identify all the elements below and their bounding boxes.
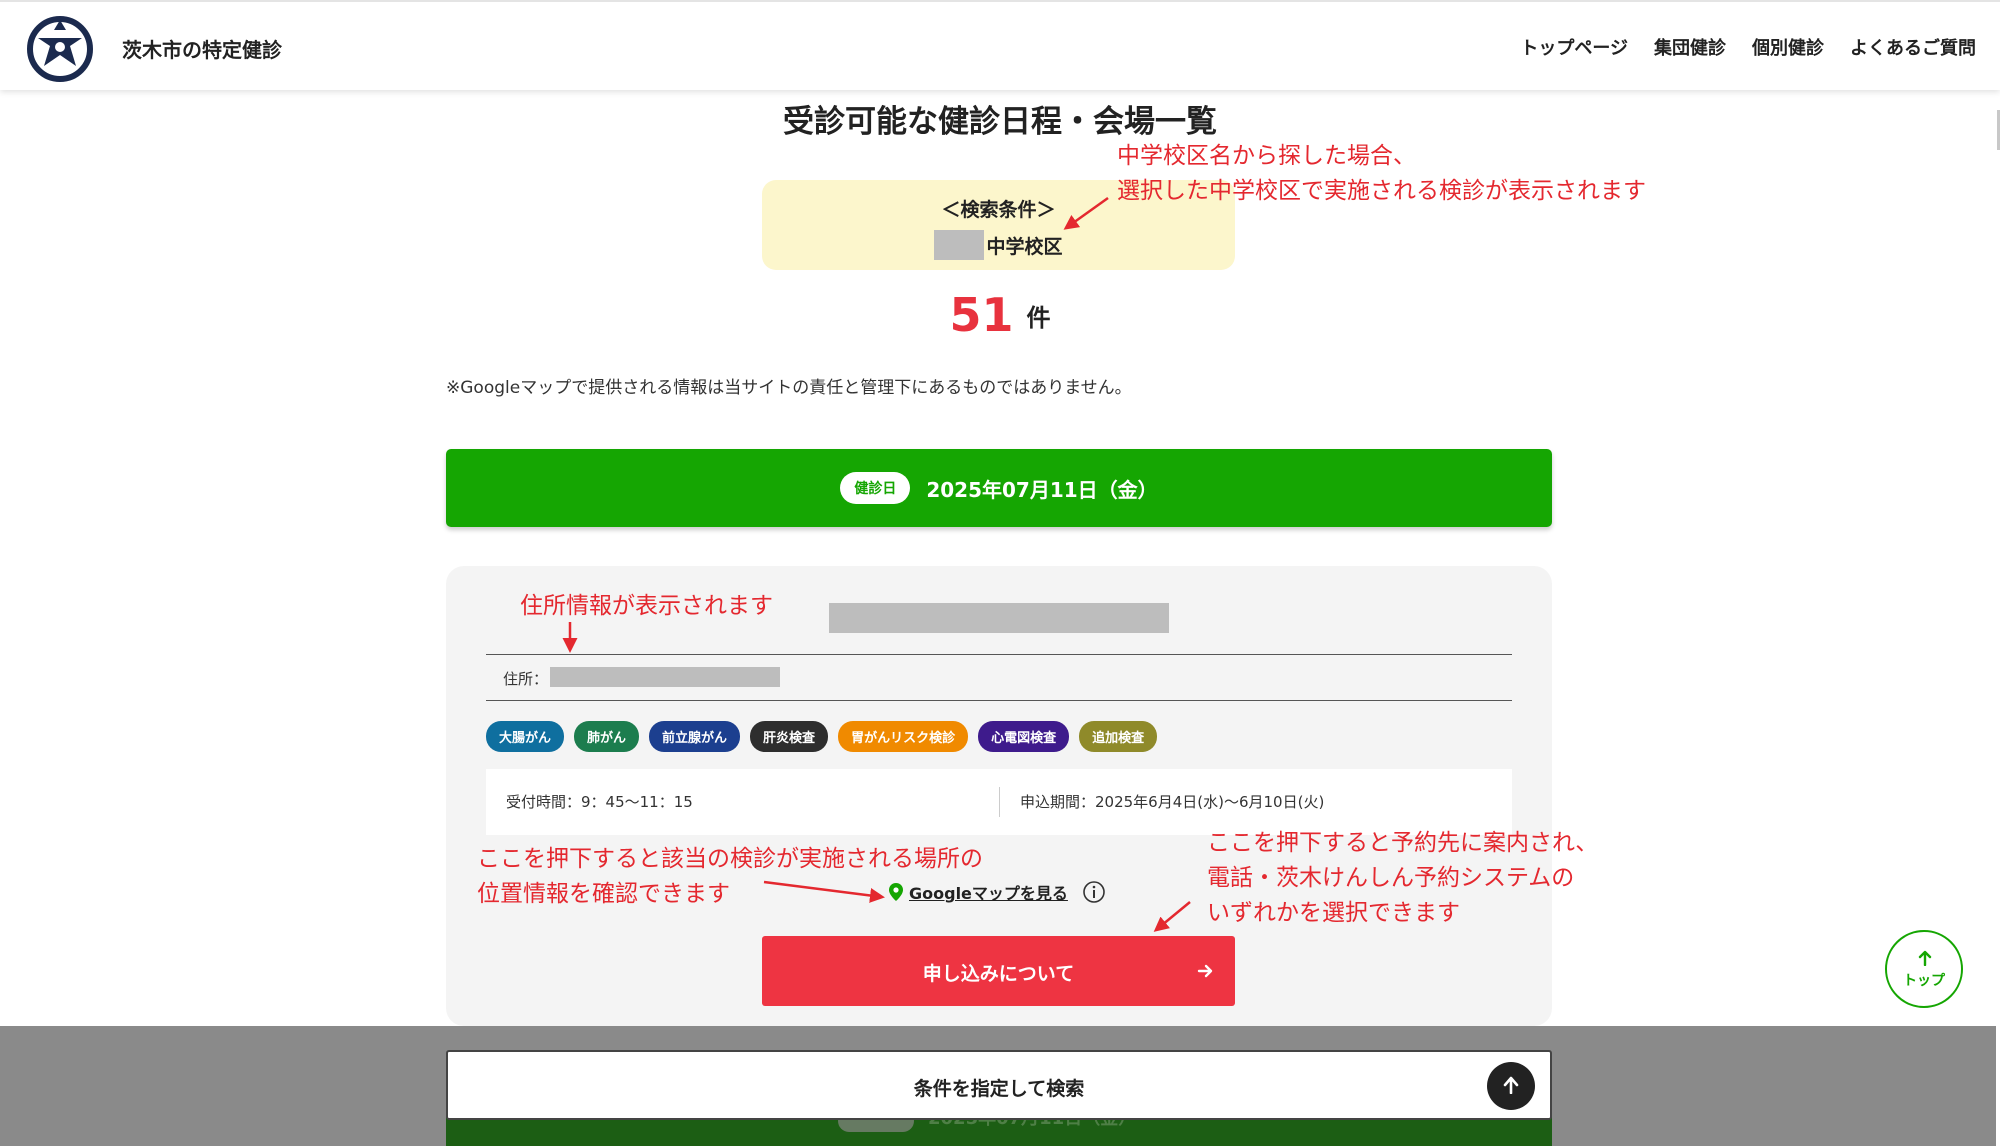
annotation-line: 住所情報が表示されます xyxy=(520,593,773,619)
result-count-number: 51 xyxy=(949,288,1014,342)
page-title: 受診可能な健診日程・会場一覧 xyxy=(0,96,2000,141)
redacted-school-name xyxy=(934,230,985,260)
exam-tags: 大腸がん 肺がん 前立腺がん 肝炎検査 胃がんリスク検診 心電図検査 追加検査 xyxy=(486,721,1158,752)
redacted-address xyxy=(550,667,780,687)
page-title-text: 受診可能な健診日程・会場一覧 xyxy=(783,104,1217,140)
exam-tag: 大腸がん xyxy=(486,721,565,752)
search-conditions-bar[interactable]: 条件を指定して検索 xyxy=(446,1050,1552,1120)
exam-tag: 心電図検査 xyxy=(978,721,1070,752)
annotation-line: 電話・茨木けんしん予約システムの xyxy=(1207,865,1575,891)
arrow-right-icon xyxy=(1197,964,1213,978)
annotation-address: 住所情報が表示されます xyxy=(520,589,773,624)
info-icon[interactable] xyxy=(1082,880,1106,904)
exam-tag: 追加検査 xyxy=(1079,721,1158,752)
annotation-line: ここを押下すると予約先に案内され、 xyxy=(1207,830,1599,856)
info-divider xyxy=(999,787,1000,817)
arrow-up-icon xyxy=(1918,950,1932,966)
exam-tag: 前立腺がん xyxy=(649,721,741,752)
back-to-top-label: トップ xyxy=(1903,973,1945,989)
checkup-date-text: 2025年07月11日（金） xyxy=(926,477,1158,502)
site-header: 茨木市の特定健診 トップページ 集団健診 個別健診 よくあるご質問 xyxy=(0,0,2000,90)
search-condition-value: 中学校区 xyxy=(986,235,1063,258)
search-condition-row: 中学校区 xyxy=(762,230,1235,260)
nav-group-checkup[interactable]: 集団健診 xyxy=(1654,34,1726,60)
expand-search-button[interactable] xyxy=(1487,1062,1535,1110)
search-conditions-label: 条件を指定して検索 xyxy=(913,1078,1085,1100)
redacted-venue-name xyxy=(829,603,1169,633)
result-count: 51 件 xyxy=(0,288,2000,342)
annotation-line: いずれかを選択できます xyxy=(1207,900,1460,926)
arrow-up-icon xyxy=(1503,1076,1519,1094)
address-label: 住所： xyxy=(503,670,549,688)
annotation-line: 選択した中学校区で実施される検診が表示されます xyxy=(1117,178,1646,204)
annotation-line: 位置情報を確認できます xyxy=(477,881,730,907)
nav-faq[interactable]: よくあるご質問 xyxy=(1850,34,1976,60)
divider xyxy=(486,654,1512,655)
result-count-unit: 件 xyxy=(1026,303,1051,332)
checkup-date-bar: 健診日 2025年07月11日（金） xyxy=(446,449,1552,527)
exam-tag: 肝炎検査 xyxy=(750,721,829,752)
apply-button[interactable]: 申し込みについて xyxy=(762,936,1235,1006)
annotation-apply: ここを押下すると予約先に案内され、 電話・茨木けんしん予約システムの いずれかを… xyxy=(1207,826,1598,931)
back-to-top-button[interactable]: トップ xyxy=(1885,930,1963,1008)
divider xyxy=(486,700,1512,701)
google-map-disclaimer: ※Googleマップで提供される情報は当サイトの責任と管理下にあるものではありま… xyxy=(446,378,1132,398)
checkup-date-badge: 健診日 xyxy=(840,472,911,504)
nav-top-page[interactable]: トップページ xyxy=(1520,34,1628,60)
exam-tag: 胃がんリスク検診 xyxy=(838,721,969,752)
apply-button-label: 申し込みについて xyxy=(922,963,1075,985)
city-emblem-icon[interactable] xyxy=(24,16,96,82)
global-nav: トップページ 集団健診 個別健診 よくあるご質問 xyxy=(1520,34,1976,60)
application-period: 申込期間：2025年6月4日(水)〜6月10日(火) xyxy=(1020,793,1325,811)
annotation-line: 中学校区名から探した場合、 xyxy=(1117,143,1416,169)
site-title[interactable]: 茨木市の特定健診 xyxy=(122,34,282,63)
annotation-map: ここを押下すると該当の検診が実施される場所の 位置情報を確認できます xyxy=(477,842,983,912)
nav-individual-checkup[interactable]: 個別健診 xyxy=(1752,34,1824,60)
reception-time: 受付時間：9：45〜11：15 xyxy=(506,793,693,811)
annotation-school-district: 中学校区名から探した場合、 選択した中学校区で実施される検診が表示されます xyxy=(1117,139,1646,209)
exam-tag: 肺がん xyxy=(574,721,640,752)
annotation-line: ここを押下すると該当の検診が実施される場所の xyxy=(477,846,983,872)
